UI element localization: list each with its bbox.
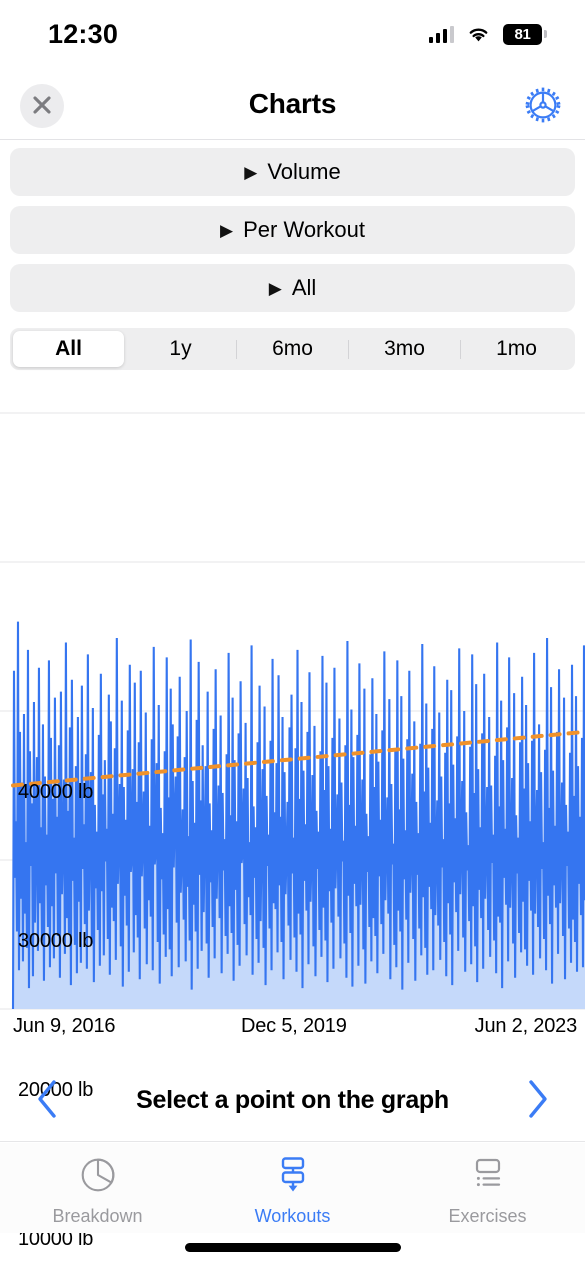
metric-selector-label: Volume [267, 159, 341, 184]
battery-icon: 81 [503, 23, 547, 45]
range-segment-3mo[interactable]: 3mo [349, 331, 460, 367]
metric-selector[interactable]: ▶ Volume [10, 148, 575, 196]
tab-workouts[interactable]: Workouts [195, 1143, 390, 1227]
workouts-icon [271, 1153, 315, 1200]
tab-exercises[interactable]: Exercises [390, 1143, 585, 1227]
settings-button[interactable] [519, 82, 567, 130]
status-bar: 12:30 81 [0, 0, 585, 68]
pie-chart-icon [76, 1153, 120, 1200]
status-time: 12:30 [48, 18, 119, 49]
filter-selector[interactable]: ▶ All [10, 264, 575, 312]
next-point-button[interactable] [521, 1078, 555, 1124]
exercises-list-icon [466, 1153, 510, 1200]
page-title: Charts [248, 87, 337, 119]
close-icon [30, 93, 54, 120]
triangle-right-icon: ▶ [268, 278, 282, 298]
filter-selector-label: All [291, 275, 317, 300]
close-button[interactable] [20, 84, 64, 128]
chevron-left-icon [34, 1078, 60, 1123]
range-segment-all[interactable]: All [13, 331, 124, 367]
chart-selectors: ▶ Volume ▶ Per Workout ▶ All [0, 148, 585, 322]
wifi-icon [466, 25, 491, 43]
time-range-segmented-control: All 1y 6mo 3mo 1mo [10, 328, 575, 370]
volume-chart[interactable]: 40000 lb 30000 lb 20000 lb 10000 lb 0 lb [0, 390, 585, 1250]
range-segment-6mo[interactable]: 6mo [237, 331, 348, 367]
y-axis-label: 40000 lb [18, 781, 94, 803]
range-segment-1mo[interactable]: 1mo [461, 331, 572, 367]
tab-bar: Breakdown Workouts Exercises [0, 1143, 585, 1233]
battery-percent: 81 [514, 25, 531, 43]
aggregation-selector[interactable]: ▶ Per Workout [10, 206, 575, 254]
home-indicator [184, 1243, 401, 1252]
x-axis-labels: Jun 9, 2016 Dec 5, 2019 Jun 2, 2023 [0, 1015, 585, 1045]
y-axis-label: 30000 lb [18, 930, 94, 952]
status-indicators: 81 [428, 23, 547, 45]
point-selector-bar: Select a point on the graph [0, 1060, 585, 1142]
gear-icon [523, 85, 563, 128]
previous-point-button[interactable] [30, 1078, 64, 1124]
triangle-right-icon: ▶ [244, 162, 258, 182]
tab-breakdown-label: Breakdown [52, 1206, 143, 1226]
aggregation-selector-label: Per Workout [243, 217, 365, 242]
x-axis-label-end: Jun 2, 2023 [474, 1015, 578, 1037]
tab-exercises-label: Exercises [448, 1206, 527, 1226]
tab-workouts-label: Workouts [254, 1206, 331, 1226]
range-segment-1y[interactable]: 1y [125, 331, 236, 367]
nav-bar: Charts [0, 68, 585, 140]
point-selector-text: Select a point on the graph [136, 1086, 449, 1114]
chevron-right-icon [525, 1078, 551, 1123]
cellular-bars-icon [428, 25, 454, 43]
tab-breakdown[interactable]: Breakdown [0, 1143, 195, 1227]
charts-screen: 12:30 81 Charts ▶ Volume ▶ Per Workout ▶… [0, 0, 585, 1266]
x-axis-label-middle: Dec 5, 2019 [241, 1015, 347, 1037]
chart-canvas[interactable] [0, 390, 585, 1020]
triangle-right-icon: ▶ [220, 220, 234, 240]
x-axis-label-start: Jun 9, 2016 [13, 1015, 116, 1037]
